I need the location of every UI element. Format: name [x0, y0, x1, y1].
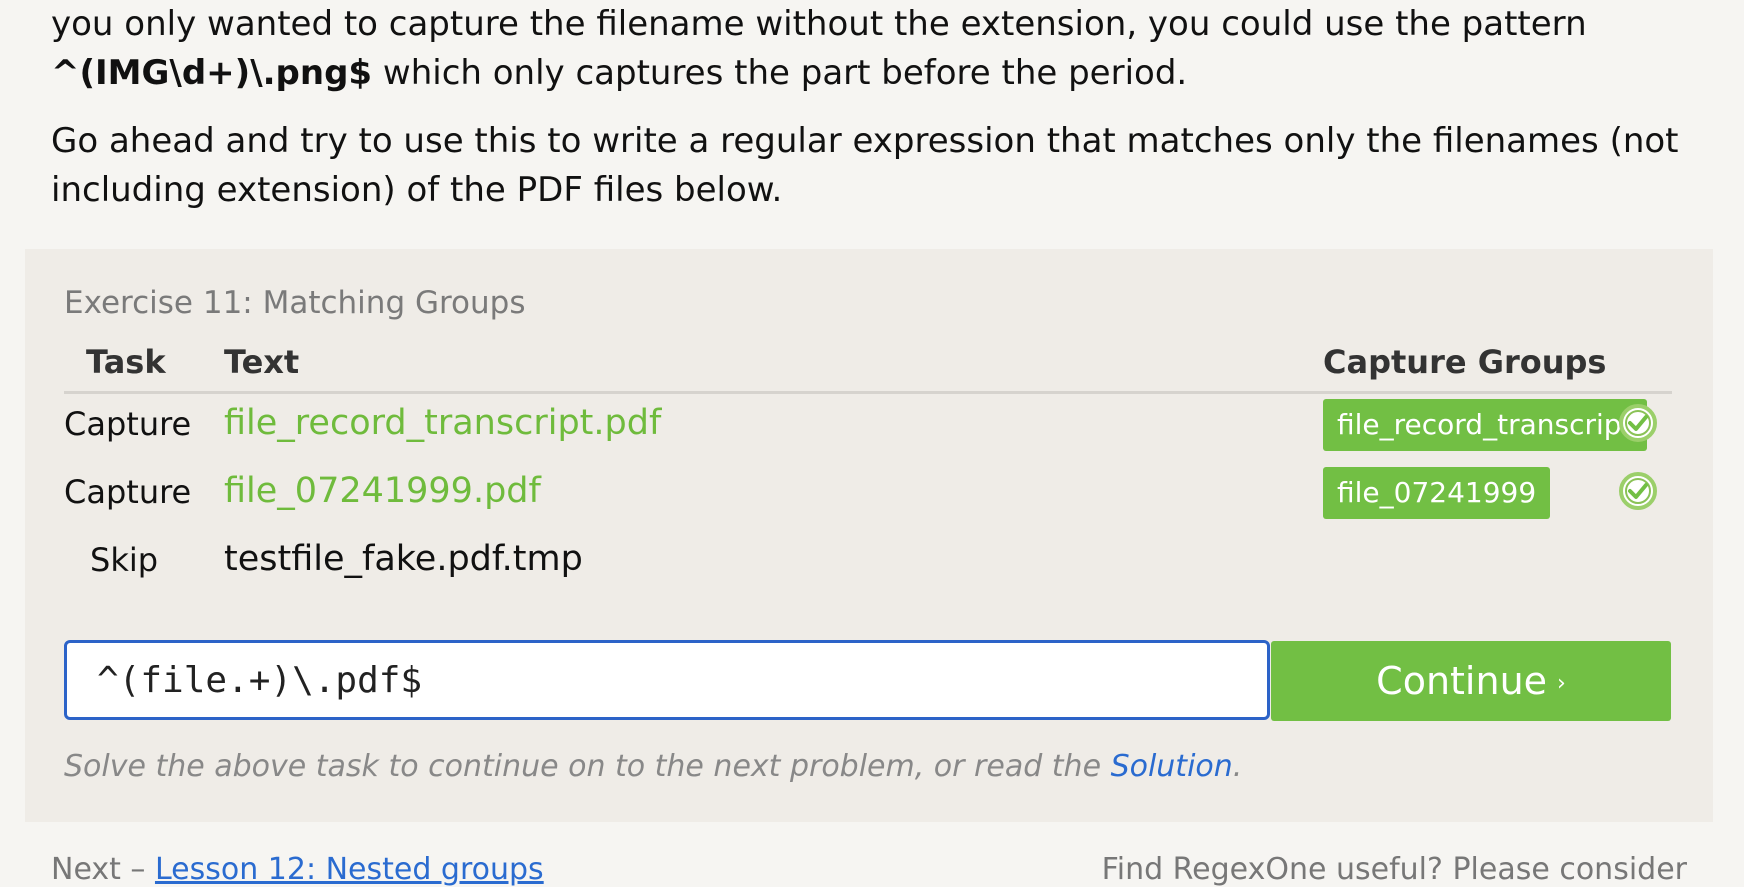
- header-task: Task: [86, 343, 166, 381]
- hint-prefix: Solve the above task to continue on to t…: [64, 749, 1111, 784]
- exercise-title: Exercise 11: Matching Groups: [64, 285, 526, 321]
- solution-link[interactable]: Solution: [1111, 749, 1233, 784]
- intro-paragraph-2: Go ahead and try to use this to write a …: [51, 121, 1679, 210]
- header-text: Text: [224, 343, 300, 381]
- capture-group-badge: file_record_transcript: [1323, 399, 1647, 451]
- continue-button[interactable]: Continue ›: [1271, 641, 1671, 721]
- intro-line-2: which only captures the part before the …: [372, 53, 1188, 93]
- row-text: testfile_fake.pdf.tmp: [224, 539, 583, 579]
- hint-suffix: .: [1232, 749, 1243, 784]
- intro-line-1: you only wanted to capture the filename …: [51, 4, 1587, 44]
- row-task: Skip: [90, 541, 159, 579]
- table-row: Capture file_record_transcript.pdf file_…: [64, 399, 1672, 469]
- hint-text: Solve the above task to continue on to t…: [64, 749, 1242, 784]
- exercise-panel: Exercise 11: Matching Groups Task Text C…: [25, 249, 1713, 822]
- table-row: Skip testfile_fake.pdf.tmp: [64, 535, 1672, 605]
- lesson-text: you only wanted to capture the filename …: [51, 0, 1691, 215]
- next-prefix: Next –: [51, 852, 155, 887]
- row-text: file_record_transcript.pdf: [224, 403, 662, 443]
- row-text: file_07241999.pdf: [224, 471, 541, 511]
- next-lesson-link[interactable]: Lesson 12: Nested groups: [155, 852, 544, 887]
- row-task: Capture: [64, 405, 192, 443]
- table-header: Task Text Capture Groups: [64, 343, 1672, 394]
- header-capture-groups: Capture Groups: [1323, 343, 1607, 381]
- intro-paragraph-1: you only wanted to capture the filename …: [51, 0, 1691, 98]
- support-text: Find RegexOne useful? Please consider: [1101, 852, 1687, 887]
- regex-input[interactable]: [64, 640, 1270, 720]
- row-task: Capture: [64, 473, 192, 511]
- check-circle-icon: [1619, 472, 1657, 510]
- continue-label: Continue: [1376, 659, 1548, 703]
- check-circle-icon: [1619, 404, 1657, 442]
- pattern-example: ^(IMG\d+)\.png$: [51, 53, 373, 93]
- table-row: Capture file_07241999.pdf file_07241999: [64, 467, 1672, 537]
- chevron-right-icon: ›: [1557, 671, 1566, 696]
- next-lesson: Next – Lesson 12: Nested groups: [51, 852, 544, 887]
- capture-group-badge: file_07241999: [1323, 467, 1551, 519]
